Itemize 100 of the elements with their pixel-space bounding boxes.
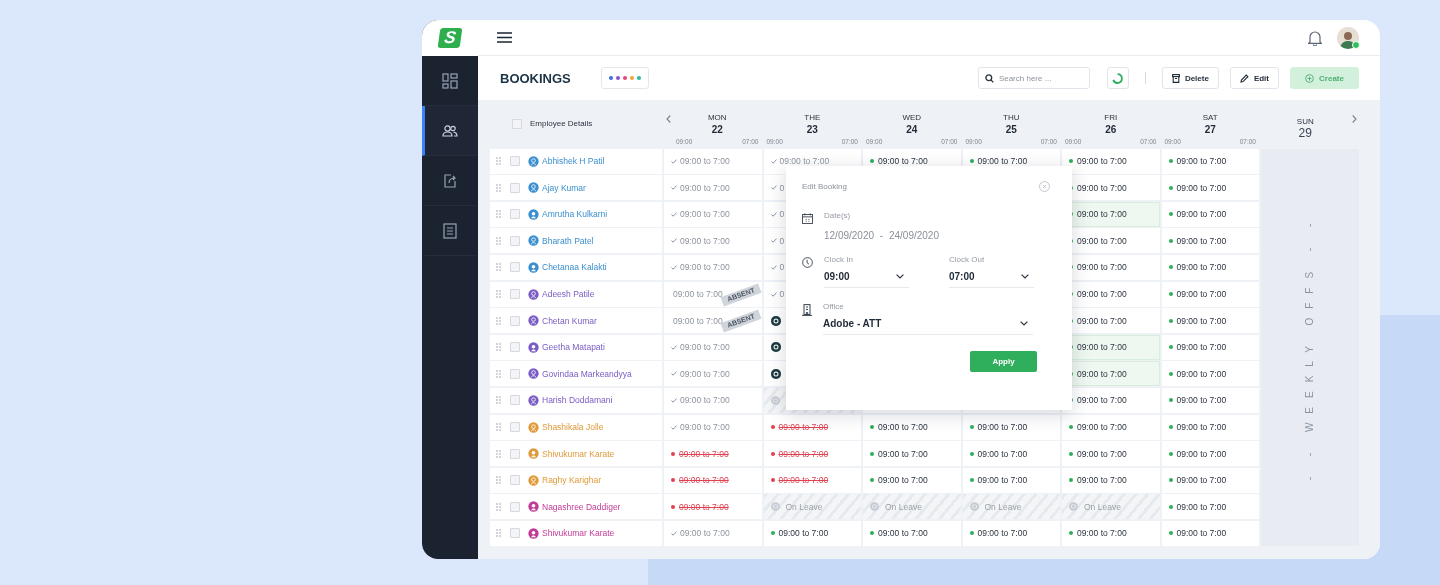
shift-cell[interactable]: 09:00 to 7:00 — [1161, 520, 1259, 546]
checkbox[interactable] — [510, 182, 520, 193]
shift-cell[interactable]: 09:00 to 7:00 — [1161, 228, 1259, 254]
close-icon[interactable] — [1039, 181, 1050, 192]
drag-handle-icon[interactable] — [496, 316, 501, 325]
employee-name[interactable]: Chetanaa Kalakti — [542, 262, 607, 273]
office-select[interactable]: Adobe - ATT — [823, 318, 1033, 335]
shift-cell[interactable]: 09:00 to 7:00 — [863, 520, 961, 546]
shift-cell[interactable]: 09:00 to 7:00 — [1161, 361, 1259, 387]
drag-handle-icon[interactable] — [496, 236, 501, 245]
shift-cell[interactable]: 09:00 to 7:00 — [1161, 281, 1259, 307]
shift-cell[interactable]: 09:00 to 7:00 — [962, 467, 1060, 493]
drag-handle-icon[interactable] — [496, 210, 501, 219]
shift-cell[interactable]: 09:00 to 7:00 — [763, 441, 861, 467]
chevron-down-icon — [1020, 321, 1028, 326]
employee-name[interactable]: Adeesh Patile — [542, 289, 595, 300]
shift-cell[interactable]: 09:00 to 7:00 — [962, 520, 1060, 546]
search-field[interactable]: Search here ... — [977, 67, 1090, 89]
checkbox[interactable] — [510, 528, 520, 539]
checkbox[interactable] — [510, 501, 520, 512]
employee-name[interactable]: Harish Doddamani — [542, 395, 613, 406]
checkbox[interactable] — [512, 118, 522, 129]
employee-name[interactable]: Shivukumar Karate — [542, 528, 615, 539]
employee-name[interactable]: Amrutha Kulkarni — [542, 209, 608, 220]
shift-cell[interactable]: 09:00 to 7:00 — [1161, 387, 1259, 413]
shift-cell[interactable]: 09:00 to 7:00 — [664, 494, 762, 520]
avatar[interactable] — [1337, 26, 1359, 49]
drag-handle-icon[interactable] — [496, 290, 501, 299]
drag-handle-icon[interactable] — [496, 369, 501, 378]
shift-cell[interactable]: 09:00 to 7:00 — [1161, 441, 1259, 467]
shift-cell[interactable]: 09:00 to 7:00 — [1161, 148, 1259, 174]
checkbox[interactable] — [510, 475, 520, 486]
drag-handle-icon[interactable] — [496, 396, 501, 405]
shift-cell[interactable]: 09:00 to 7:00 — [1062, 520, 1160, 546]
checkbox[interactable] — [510, 235, 520, 246]
shift-cell[interactable]: 09:00 to 7:00 — [1161, 467, 1259, 493]
shift-cell[interactable]: 09:00 to 7:00 — [1161, 308, 1259, 334]
employee-name[interactable]: Govindaa Markeandyya — [542, 368, 632, 379]
employee-name[interactable]: Ajay Kumar — [542, 182, 586, 193]
color-filter-button[interactable] — [600, 67, 649, 89]
shift-time: 09:00 to 7:00 — [778, 422, 829, 433]
shift-cell[interactable]: 09:00 to 7:00 — [1161, 175, 1259, 201]
employee-name[interactable]: Abhishek H Patil — [542, 156, 605, 167]
checkbox[interactable] — [510, 448, 520, 459]
shift-cell[interactable]: 09:00 to 7:00 — [863, 441, 961, 467]
drag-handle-icon[interactable] — [496, 263, 501, 272]
shift-cell[interactable]: 09:00 to 7:00 — [1062, 148, 1160, 174]
shift-cell[interactable]: 09:00 to 7:00 — [1161, 254, 1259, 280]
chevron-right-icon[interactable] — [1351, 114, 1357, 123]
shift-time: 09:00 to 7:00 — [1077, 209, 1127, 220]
shift-cell[interactable]: 09:00 to 7:00 — [1062, 414, 1160, 440]
drag-handle-icon[interactable] — [496, 343, 501, 352]
drag-handle-icon[interactable] — [496, 423, 501, 432]
shift-cell[interactable]: 09:00 to 7:00 — [763, 520, 861, 546]
bell-icon[interactable] — [1308, 29, 1322, 46]
clock-in-select[interactable]: 09:00 — [824, 271, 909, 288]
shift-cell[interactable]: 09:00 to 7:00 — [962, 441, 1060, 467]
checkbox[interactable] — [510, 209, 520, 220]
checkbox[interactable] — [510, 422, 520, 433]
shift-cell[interactable]: 09:00 to 7:00 — [1062, 387, 1160, 413]
shift-cell[interactable]: 09:00 to 7:00 — [1161, 414, 1259, 440]
search-icon — [984, 74, 994, 83]
drag-handle-icon[interactable] — [496, 502, 501, 511]
employee-name[interactable]: Geetha Matapati — [542, 342, 605, 353]
employee-name[interactable]: Chetan Kumar — [542, 315, 597, 326]
refresh-button[interactable] — [1106, 67, 1129, 89]
drag-handle-icon[interactable] — [496, 529, 501, 538]
employee-name[interactable]: Bharath Patel — [542, 235, 594, 246]
checkbox[interactable] — [510, 342, 520, 353]
checkbox[interactable] — [510, 289, 520, 300]
shift-cell[interactable]: 09:00 to 7:00 — [1161, 494, 1259, 520]
shift-cell[interactable]: 09:00 to 7:00 — [863, 467, 961, 493]
drag-handle-icon[interactable] — [496, 449, 501, 458]
shift-cell[interactable]: 09:00 to 7:00 — [1161, 334, 1259, 360]
shift-cell[interactable]: 09:00 to 7:00 — [1062, 467, 1160, 493]
checkbox[interactable] — [510, 156, 520, 167]
shift-cell[interactable]: 09:00 to 7:00 — [1062, 441, 1160, 467]
checkbox[interactable] — [510, 395, 520, 406]
checkbox[interactable] — [510, 368, 520, 379]
shift-cell[interactable]: 09:00 to 7:00 — [664, 441, 762, 467]
menu-icon[interactable] — [497, 32, 512, 43]
shift-cell[interactable]: 09:00 to 7:00 — [664, 467, 762, 493]
shift-cell[interactable]: 09:00 to 7:00 — [1161, 201, 1259, 227]
checkbox[interactable] — [510, 262, 520, 273]
drag-handle-icon[interactable] — [496, 157, 501, 166]
delete-button[interactable]: Delete — [1161, 67, 1219, 89]
day-name: MON — [707, 112, 727, 122]
shift-cell[interactable]: 09:00 to 7:00 — [763, 467, 861, 493]
checkbox[interactable] — [510, 315, 520, 326]
shift-cell[interactable]: 09:00 to 7:00 — [863, 414, 961, 440]
shift-cell[interactable]: 09:00 to 7:00 — [763, 414, 861, 440]
edit-button[interactable]: Edit — [1229, 67, 1279, 89]
drag-handle-icon[interactable] — [496, 183, 501, 192]
drag-handle-icon[interactable] — [496, 476, 501, 485]
minus-circle-icon — [1069, 502, 1078, 512]
shift-cell[interactable]: 09:00 to 7:00 — [962, 414, 1060, 440]
sidebar-item[interactable] — [422, 106, 478, 156]
chevron-left-icon[interactable] — [666, 114, 671, 123]
clock-out-select[interactable]: 07:00 — [949, 271, 1034, 288]
employee-name[interactable]: Nagashree Daddiger — [542, 501, 621, 512]
